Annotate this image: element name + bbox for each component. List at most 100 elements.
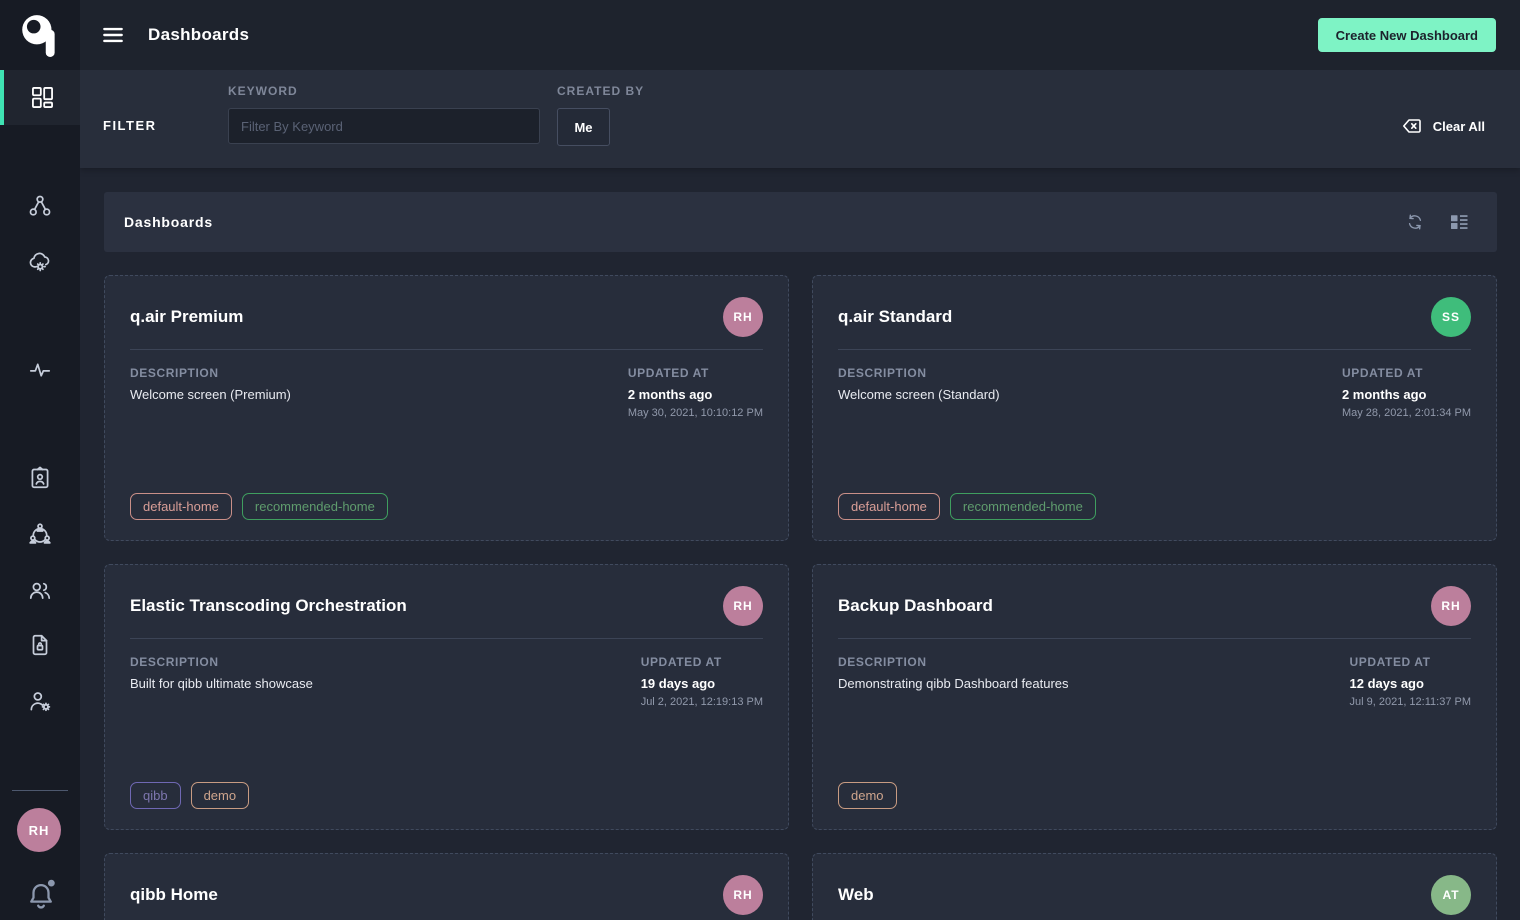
sidebar: RH [0, 0, 80, 920]
tag-list: default-home recommended-home [130, 493, 763, 520]
refresh-icon [1405, 212, 1425, 232]
user-avatar[interactable]: RH [17, 808, 61, 852]
dashboard-card[interactable]: q.air Standard SS DESCRIPTION Welcome sc… [812, 275, 1497, 541]
dashboard-card[interactable]: Elastic Transcoding Orchestration RH DES… [104, 564, 789, 830]
sidebar-item-teams[interactable] [0, 568, 80, 612]
updated-at-block: UPDATED AT 2 months ago May 28, 2021, 2:… [1342, 366, 1471, 419]
card-owner-avatar: AT [1431, 875, 1471, 915]
tag-qibb[interactable]: qibb [130, 782, 181, 809]
card-title: Elastic Transcoding Orchestration [130, 596, 407, 616]
dashboard-card[interactable]: q.air Premium RH DESCRIPTION Welcome scr… [104, 275, 789, 541]
card-owner-avatar: RH [1431, 586, 1471, 626]
updated-relative: 2 months ago [1342, 387, 1471, 402]
sidebar-divider [12, 790, 68, 791]
sidebar-item-user-settings[interactable] [0, 679, 80, 723]
card-divider [130, 349, 763, 350]
tag-list: demo [838, 782, 1471, 809]
description-block: DESCRIPTION Built for qibb ultimate show… [130, 655, 313, 708]
content: Dashboards q.air Pre [80, 168, 1520, 920]
page-title: Dashboards [148, 25, 249, 45]
updated-at-label: UPDATED AT [1342, 366, 1471, 380]
secrets-icon [27, 632, 53, 658]
description-label: DESCRIPTION [130, 366, 291, 380]
qibb-logo-icon [19, 12, 61, 58]
updated-date: May 28, 2021, 2:01:34 PM [1342, 407, 1471, 419]
tag-list: qibb demo [130, 782, 763, 809]
keyword-label: KEYWORD [228, 84, 540, 98]
card-owner-avatar: SS [1431, 297, 1471, 337]
card-owner-avatar: RH [723, 875, 763, 915]
tag-recommended-home[interactable]: recommended-home [242, 493, 388, 520]
dashboards-grid: q.air Premium RH DESCRIPTION Welcome scr… [104, 275, 1497, 920]
card-owner-initials: SS [1442, 310, 1460, 324]
tag-demo[interactable]: demo [838, 782, 897, 809]
menu-icon[interactable] [100, 22, 126, 48]
layout-toggle-button[interactable] [1449, 212, 1469, 232]
description-text: Demonstrating qibb Dashboard features [838, 676, 1069, 691]
sidebar-item-catalog[interactable] [0, 240, 80, 284]
description-text: Built for qibb ultimate showcase [130, 676, 313, 691]
updated-date: May 30, 2021, 10:10:12 PM [628, 407, 763, 419]
updated-relative: 2 months ago [628, 387, 763, 402]
sidebar-item-dashboards[interactable] [0, 70, 80, 125]
tag-default-home[interactable]: default-home [838, 493, 940, 520]
updated-at-block: UPDATED AT 12 days ago Jul 9, 2021, 12:1… [1350, 655, 1472, 708]
catalog-icon [27, 249, 53, 275]
sidebar-item-secrets[interactable] [0, 623, 80, 667]
dashboard-card[interactable]: Web AT [812, 853, 1497, 920]
updated-date: Jul 2, 2021, 12:19:13 PM [641, 696, 763, 708]
keyword-input[interactable] [228, 108, 540, 144]
dashboards-section-header: Dashboards [104, 192, 1497, 252]
card-divider [130, 638, 763, 639]
backspace-icon [1400, 114, 1424, 138]
card-owner-initials: AT [1442, 888, 1459, 902]
sidebar-item-id-badge[interactable] [0, 456, 80, 500]
card-owner-initials: RH [733, 888, 752, 902]
tag-demo[interactable]: demo [191, 782, 250, 809]
dashboard-card[interactable]: Backup Dashboard RH DESCRIPTION Demonstr… [812, 564, 1497, 830]
tag-recommended-home[interactable]: recommended-home [950, 493, 1096, 520]
updated-at-label: UPDATED AT [628, 366, 763, 380]
teams-icon [27, 577, 53, 603]
card-owner-avatar: RH [723, 297, 763, 337]
created-by-me-button[interactable]: Me [557, 108, 610, 146]
description-label: DESCRIPTION [838, 366, 1000, 380]
tag-list: default-home recommended-home [838, 493, 1471, 520]
qibb-logo[interactable] [0, 0, 80, 70]
top-bar: Dashboards Create New Dashboard [80, 0, 1520, 70]
refresh-button[interactable] [1405, 212, 1425, 232]
card-owner-initials: RH [733, 310, 752, 324]
updated-at-block: UPDATED AT 19 days ago Jul 2, 2021, 12:1… [641, 655, 763, 708]
description-block: DESCRIPTION Demonstrating qibb Dashboard… [838, 655, 1069, 708]
notifications-bell[interactable] [24, 878, 58, 912]
sidebar-item-collaboration[interactable] [0, 512, 80, 556]
updated-relative: 12 days ago [1350, 676, 1472, 691]
filter-bar: FILTER KEYWORD CREATED BY Me Clear All [80, 70, 1520, 168]
tag-default-home[interactable]: default-home [130, 493, 232, 520]
card-divider [838, 349, 1471, 350]
user-avatar-initials: RH [29, 823, 50, 838]
collaboration-icon [27, 521, 53, 547]
card-title: Web [838, 885, 874, 905]
notification-dot [48, 880, 55, 887]
card-title: qibb Home [130, 885, 218, 905]
keyword-field-group: KEYWORD [228, 84, 540, 144]
clear-all-button[interactable]: Clear All [1400, 114, 1485, 138]
description-text: Welcome screen (Premium) [130, 387, 291, 402]
created-by-field-group: CREATED BY Me [557, 84, 644, 146]
card-owner-initials: RH [1441, 599, 1460, 613]
main-area: FILTER KEYWORD CREATED BY Me Clear All D… [80, 70, 1520, 920]
create-new-dashboard-button[interactable]: Create New Dashboard [1318, 18, 1496, 52]
created-by-label: CREATED BY [557, 84, 644, 98]
updated-at-label: UPDATED AT [641, 655, 763, 669]
flows-icon [27, 193, 53, 219]
sidebar-item-monitoring[interactable] [0, 348, 80, 392]
card-title: q.air Standard [838, 307, 952, 327]
updated-relative: 19 days ago [641, 676, 763, 691]
user-settings-icon [27, 688, 53, 714]
monitoring-icon [27, 357, 53, 383]
dashboard-card[interactable]: qibb Home RH [104, 853, 789, 920]
sidebar-item-flows[interactable] [0, 184, 80, 228]
card-title: q.air Premium [130, 307, 243, 327]
updated-date: Jul 9, 2021, 12:11:37 PM [1350, 696, 1472, 708]
